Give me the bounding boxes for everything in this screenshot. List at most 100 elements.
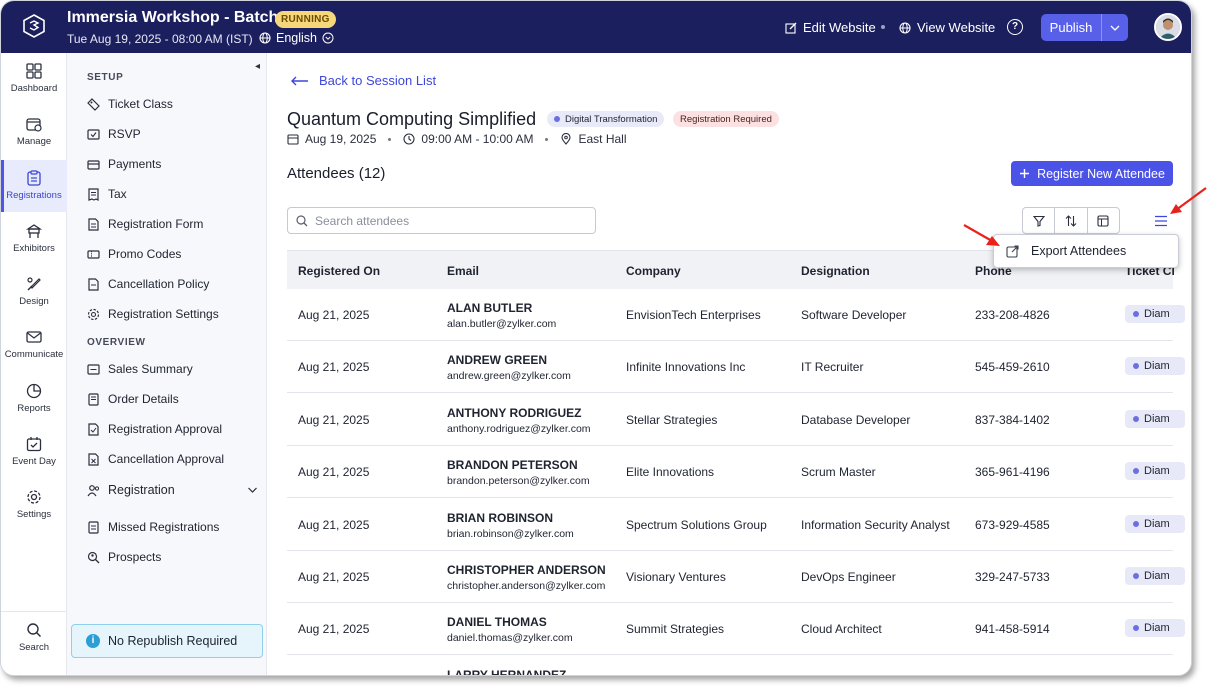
annotation-arrow-icon <box>1170 187 1207 214</box>
cell-attendee-name: ANTHONY RODRIGUEZ <box>447 405 582 420</box>
cell-company: Infinite Innovations Inc <box>626 360 746 375</box>
rail-item-event-day[interactable]: Event Day <box>1 426 67 478</box>
cell-designation: Information Security Analyst <box>801 517 950 532</box>
session-date: Aug 19, 2025 <box>305 132 377 146</box>
rail-label: Search <box>18 642 50 653</box>
cell-designation: DevOps Engineer <box>801 570 896 584</box>
rsvp-icon <box>87 128 100 140</box>
publish-options-button[interactable] <box>1102 14 1128 41</box>
cell-company: Spectrum Solutions Group <box>626 517 767 532</box>
column-header-email[interactable]: Email <box>447 264 479 278</box>
table-row[interactable]: Aug 21, 2025 CHRISTOPHER ANDERSON christop… <box>287 551 1185 603</box>
rail-item-exhibitors[interactable]: Exhibitors <box>1 213 67 265</box>
table-row[interactable]: Aug 21, 2025 ANDREW GREEN andrew.green@zyl… <box>287 341 1185 394</box>
sidebar-item-label: Ticket Class <box>108 97 173 111</box>
sidebar-item-rsvp[interactable]: RSVP <box>87 124 252 144</box>
app-window: Immersia Workshop - Batch 7 RUNNING Tue … <box>0 0 1192 676</box>
columns-button[interactable] <box>1088 208 1119 233</box>
rail-item-manage[interactable]: Manage <box>1 106 67 158</box>
sales-icon <box>87 363 100 375</box>
sidebar-item-missed-registrations[interactable]: Missed Registrations <box>87 517 252 537</box>
ticket-class-label: Diam <box>1144 570 1170 582</box>
republish-status-banner: i No Republish Required <box>71 624 263 658</box>
cell-attendee-email: daniel.thomas@zylker.com <box>447 632 573 645</box>
app-logo-icon[interactable] <box>23 14 45 38</box>
category-tag: Digital Transformation <box>547 111 665 127</box>
form-icon <box>88 217 99 231</box>
annotation-arrow-icon <box>963 224 1000 246</box>
ticket-class-label: Diam <box>1144 308 1170 320</box>
rail-item-reports[interactable]: Reports <box>1 373 67 425</box>
sidebar-item-label: Promo Codes <box>108 247 182 261</box>
cell-attendee-name: LARRY HERNANDEZ <box>447 667 567 676</box>
column-header-company[interactable]: Company <box>626 264 681 278</box>
rail-item-design[interactable]: Design <box>1 266 67 318</box>
table-row[interactable]: Aug 21, 2025 DANIEL THOMAS daniel.thomas@z… <box>287 603 1185 656</box>
search-icon <box>27 623 42 638</box>
setup-heading: SETUP <box>87 72 124 83</box>
register-new-attendee-button[interactable]: Register New Attendee <box>1011 161 1173 186</box>
cell-attendee-name: ANDREW GREEN <box>447 353 548 368</box>
calendar-icon <box>287 134 299 145</box>
sidebar-item-label: Order Details <box>108 392 179 406</box>
users-icon <box>87 484 100 496</box>
sidebar-item-registration-settings[interactable]: Registration Settings <box>87 304 252 324</box>
sidebar-item-tax[interactable]: Tax <box>87 184 252 204</box>
sidebar-item-cancellation-approval[interactable]: Cancellation Approval <box>87 449 252 469</box>
search-attendees-input[interactable]: Search attendees <box>287 207 596 234</box>
table-row[interactable]: Aug 21, 2025 ANTHONY RODRIGUEZ anthony.rod… <box>287 394 1185 446</box>
filter-button[interactable] <box>1023 208 1056 233</box>
sidebar-item-label: Cancellation Policy <box>108 277 210 291</box>
rail-item-communicate[interactable]: Communicate <box>1 319 67 371</box>
table-tools <box>1022 207 1120 234</box>
sidebar-item-registration-form[interactable]: Registration Form <box>87 214 252 234</box>
ticket-class-label: Diam <box>1144 412 1170 425</box>
communicate-icon <box>26 331 42 343</box>
republish-status-text: No Republish Required <box>108 634 238 648</box>
sidebar-item-payments[interactable]: Payments <box>87 154 252 174</box>
sidebar-item-sales-summary[interactable]: Sales Summary <box>87 359 252 379</box>
table-row[interactable]: Aug 21, 2025 BRANDON PETERSON brandon.pete… <box>287 446 1185 499</box>
back-to-session-list-link[interactable]: Back to Session List <box>291 73 436 88</box>
sidebar-item-registration[interactable]: Registration <box>87 480 259 500</box>
rail-item-settings[interactable]: Settings <box>1 479 67 531</box>
sidebar-item-ticket-class[interactable]: Ticket Class <box>87 94 252 114</box>
edit-website-button[interactable]: Edit Website <box>785 20 876 35</box>
publish-label[interactable]: Publish <box>1041 14 1102 41</box>
sidebar-item-cancellation-policy[interactable]: Cancellation Policy <box>87 274 252 294</box>
sidebar-item-registration-approval[interactable]: Registration Approval <box>87 419 252 439</box>
sidebar-item-order-details[interactable]: Order Details <box>87 389 252 409</box>
ticket-class-badge: Diam <box>1125 357 1185 376</box>
settings-icon <box>27 490 41 504</box>
rail-item-dashboard[interactable]: Dashboard <box>1 53 67 105</box>
sidebar-item-label: Registration Form <box>108 217 204 231</box>
help-icon[interactable]: ? <box>1007 19 1023 35</box>
publish-button[interactable]: Publish <box>1041 14 1128 41</box>
cell-phone: 837-384-1402 <box>975 412 1050 427</box>
table-row[interactable]: LARRY HERNANDEZ <box>287 656 1173 676</box>
language-selector[interactable]: English <box>259 31 334 45</box>
rail-label: Event Day <box>12 456 56 467</box>
column-header-registered-on[interactable]: Registered On <box>298 264 380 278</box>
rail-item-search[interactable]: Search <box>1 611 67 675</box>
cell-registered-on: Aug 21, 2025 <box>298 412 370 427</box>
rail-item-registrations[interactable]: Registrations <box>1 160 67 212</box>
avatar[interactable] <box>1154 13 1182 41</box>
column-header-designation[interactable]: Designation <box>801 264 870 278</box>
rail-label: Communicate <box>4 349 64 360</box>
table-row[interactable]: Aug 21, 2025 BRIAN ROBINSON brian.robinson… <box>287 499 1185 551</box>
cell-attendee-email: alan.butler@zylker.com <box>447 318 557 330</box>
globe-icon <box>899 21 911 34</box>
sidebar-item-prospects[interactable]: Prospects <box>87 547 252 567</box>
sidebar-item-promo-codes[interactable]: Promo Codes <box>87 244 252 264</box>
sort-button[interactable] <box>1055 208 1088 233</box>
event-date: Tue Aug 19, 2025 - 08:00 AM (IST) <box>67 32 253 46</box>
design-icon <box>27 277 41 291</box>
cell-company: Stellar Strategies <box>626 412 718 427</box>
view-website-button[interactable]: View Website <box>899 20 995 35</box>
cell-phone: 233-208-4826 <box>975 308 1050 322</box>
collapse-sidebar-icon[interactable]: ◂ <box>255 61 260 72</box>
table-row[interactable]: Aug 21, 2025 ALAN BUTLER alan.butler@zylke… <box>287 289 1185 341</box>
export-attendees-menu-item[interactable]: Export Attendees <box>1031 244 1126 258</box>
separator-dot <box>545 137 549 141</box>
